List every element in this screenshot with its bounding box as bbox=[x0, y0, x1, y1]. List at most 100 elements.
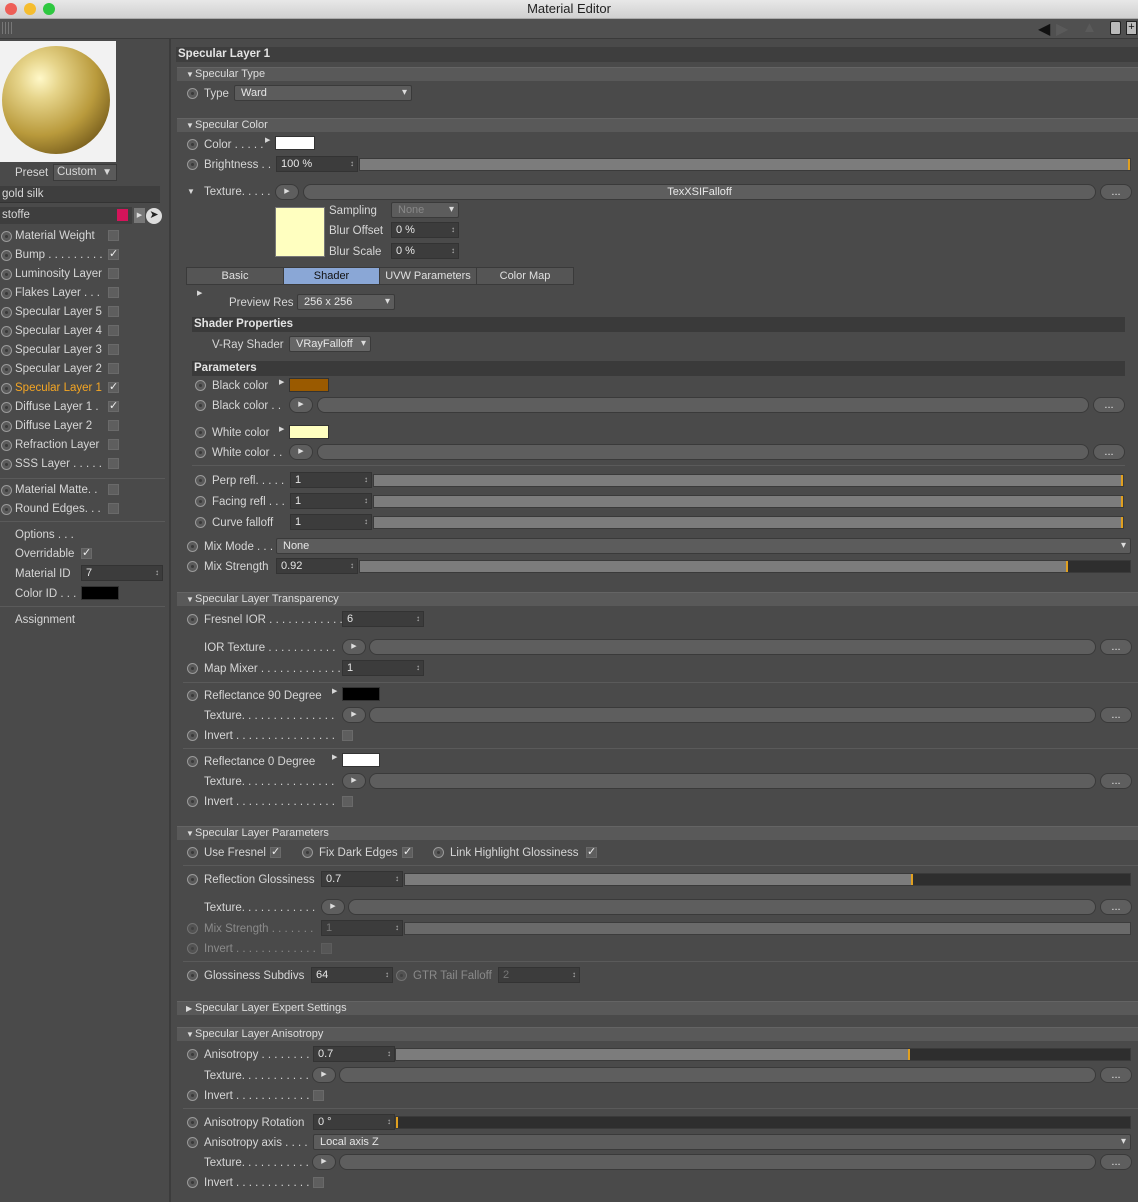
channel-item-radio[interactable] bbox=[1, 364, 12, 375]
channel-item-checkbox[interactable] bbox=[108, 287, 119, 298]
tab-shader[interactable]: Shader bbox=[283, 267, 380, 285]
perp-refl-slider[interactable] bbox=[373, 474, 1124, 487]
reflectance-90-texture-menu-button[interactable]: ▶ bbox=[342, 707, 366, 723]
channel-item-label[interactable]: Refraction Layer bbox=[15, 438, 99, 452]
back-arrow-icon[interactable]: ◀ bbox=[1038, 19, 1050, 39]
material-id-input[interactable]: 7 bbox=[81, 565, 163, 581]
sampling-dropdown[interactable]: None bbox=[391, 202, 459, 218]
texture-menu-button[interactable]: ▶ bbox=[275, 184, 299, 200]
link-highlight-glossiness-radio[interactable] bbox=[433, 847, 444, 858]
anisotropy-radio[interactable] bbox=[187, 1049, 198, 1060]
black-color-radio[interactable] bbox=[195, 380, 206, 391]
anisotropy-rotation-input[interactable]: 0 ° bbox=[313, 1114, 395, 1130]
color-id-swatch[interactable] bbox=[81, 586, 119, 600]
channel-item-checkbox[interactable] bbox=[108, 344, 119, 355]
white-color-tex-slot[interactable] bbox=[317, 444, 1089, 460]
minimize-window-button[interactable] bbox=[24, 3, 36, 15]
section-specular-anisotropy[interactable]: ▼ Specular Layer Anisotropy bbox=[177, 1027, 1138, 1041]
reflectance-90-texture-slot[interactable] bbox=[369, 707, 1096, 723]
color-radio[interactable] bbox=[187, 139, 198, 150]
fix-dark-edges-checkbox[interactable]: ✓ bbox=[402, 847, 413, 858]
reflectance-0-invert-radio[interactable] bbox=[187, 796, 198, 807]
anisotropy-texture-slot[interactable] bbox=[339, 1067, 1096, 1083]
facing-refl-input[interactable]: 1 bbox=[290, 493, 372, 509]
gtr-tail-falloff-radio[interactable] bbox=[396, 970, 407, 981]
close-window-button[interactable] bbox=[5, 3, 17, 15]
ior-texture-menu-button[interactable]: ▶ bbox=[342, 639, 366, 655]
channel-item-checkbox[interactable] bbox=[108, 363, 119, 374]
texture-shader-button[interactable]: TexXSIFalloff bbox=[303, 184, 1096, 200]
link-highlight-glossiness-checkbox[interactable]: ✓ bbox=[586, 847, 597, 858]
extra-channel-item-checkbox[interactable] bbox=[108, 503, 119, 514]
extra-channel-item-radio[interactable] bbox=[1, 504, 12, 515]
channel-item-checkbox[interactable] bbox=[108, 458, 119, 469]
expand-arrow-icon[interactable]: ▶ bbox=[332, 753, 337, 761]
curve-falloff-slider[interactable] bbox=[373, 516, 1124, 529]
channel-item-label[interactable]: Luminosity Layer bbox=[15, 267, 102, 281]
anisotropy-axis-texture-menu-button[interactable]: ▶ bbox=[312, 1154, 336, 1170]
black-color-tex-more-button[interactable]: ... bbox=[1093, 397, 1125, 413]
forward-arrow-icon[interactable]: ▶ bbox=[1056, 19, 1068, 39]
glossiness-texture-more-button[interactable]: ... bbox=[1100, 899, 1132, 915]
perp-refl-radio[interactable] bbox=[195, 475, 206, 486]
blur-scale-input[interactable]: 0 % bbox=[391, 243, 459, 259]
specular-color-swatch[interactable] bbox=[275, 136, 315, 150]
assignment-label[interactable]: Assignment bbox=[15, 613, 75, 627]
material-name-field[interactable]: gold silk bbox=[0, 186, 160, 203]
glossiness-invert-radio[interactable] bbox=[187, 943, 198, 954]
anisotropy-axis-invert-radio[interactable] bbox=[187, 1177, 198, 1188]
black-color-swatch[interactable] bbox=[289, 378, 329, 392]
gtr-tail-falloff-input[interactable]: 2 bbox=[498, 967, 580, 983]
extra-channel-item-label[interactable]: Round Edges. . . bbox=[15, 502, 101, 516]
mix-mode-dropdown[interactable]: None bbox=[276, 538, 1131, 554]
reflection-glossiness-input[interactable]: 0.7 bbox=[321, 871, 403, 887]
map-mixer-input[interactable]: 1 bbox=[342, 660, 424, 676]
pick-cursor-icon[interactable]: ➤ bbox=[146, 208, 162, 224]
use-fresnel-checkbox[interactable]: ✓ bbox=[270, 847, 281, 858]
ior-texture-more-button[interactable]: ... bbox=[1100, 639, 1132, 655]
anisotropy-axis-radio[interactable] bbox=[187, 1137, 198, 1148]
reflectance-0-texture-more-button[interactable]: ... bbox=[1100, 773, 1132, 789]
channel-item-label[interactable]: Specular Layer 1 bbox=[15, 381, 102, 395]
channel-item-label[interactable]: Diffuse Layer 2 bbox=[15, 419, 92, 433]
channel-item-radio[interactable] bbox=[1, 402, 12, 413]
anisotropy-rotation-radio[interactable] bbox=[187, 1117, 198, 1128]
white-color-tex-menu-button[interactable]: ▶ bbox=[289, 444, 313, 460]
channel-item-label[interactable]: Material Weight bbox=[15, 229, 95, 243]
grip-icon[interactable] bbox=[2, 22, 12, 34]
channel-item-radio[interactable] bbox=[1, 459, 12, 470]
white-color-radio[interactable] bbox=[195, 427, 206, 438]
mix-strength-input[interactable]: 0.92 bbox=[276, 558, 358, 574]
channel-item-label[interactable]: Diffuse Layer 1 . bbox=[15, 400, 99, 414]
type-radio[interactable] bbox=[187, 88, 198, 99]
material-preview[interactable] bbox=[0, 41, 116, 162]
color-expand-arrow-icon[interactable]: ▶ bbox=[265, 136, 270, 144]
mix-strength-slider[interactable] bbox=[359, 560, 1131, 573]
mix-strength-radio[interactable] bbox=[187, 561, 198, 572]
reflectance-90-invert-radio[interactable] bbox=[187, 730, 198, 741]
ior-texture-slot[interactable] bbox=[369, 639, 1096, 655]
new-window-icon[interactable]: + bbox=[1126, 21, 1137, 35]
glossiness-mix-strength-input[interactable]: 1 bbox=[321, 920, 403, 936]
facing-refl-radio[interactable] bbox=[195, 496, 206, 507]
channel-item-radio[interactable] bbox=[1, 250, 12, 261]
fresnel-ior-input[interactable]: 6 bbox=[342, 611, 424, 627]
tab-uvw-parameters[interactable]: UVW Parameters bbox=[379, 267, 477, 285]
glossiness-texture-slot[interactable] bbox=[348, 899, 1096, 915]
white-color-tex-radio[interactable] bbox=[195, 447, 206, 458]
overridable-checkbox[interactable]: ✓ bbox=[81, 548, 92, 559]
expand-arrow-icon[interactable]: ▶ bbox=[134, 208, 145, 223]
mix-mode-radio[interactable] bbox=[187, 541, 198, 552]
fresnel-ior-radio[interactable] bbox=[187, 614, 198, 625]
reflectance-0-swatch[interactable] bbox=[342, 753, 380, 767]
section-specular-parameters[interactable]: ▼ Specular Layer Parameters bbox=[177, 826, 1138, 840]
expand-arrow-icon[interactable]: ▶ bbox=[197, 289, 202, 297]
expand-arrow-icon[interactable]: ▶ bbox=[332, 687, 337, 695]
channel-item-radio[interactable] bbox=[1, 326, 12, 337]
channel-item-radio[interactable] bbox=[1, 345, 12, 356]
texture-collapse-arrow-icon[interactable]: ▼ bbox=[187, 187, 195, 196]
extra-channel-item-checkbox[interactable] bbox=[108, 484, 119, 495]
perp-refl-input[interactable]: 1 bbox=[290, 472, 372, 488]
channel-item-checkbox[interactable]: ✓ bbox=[108, 382, 119, 393]
channel-item-label[interactable]: Specular Layer 4 bbox=[15, 324, 102, 338]
